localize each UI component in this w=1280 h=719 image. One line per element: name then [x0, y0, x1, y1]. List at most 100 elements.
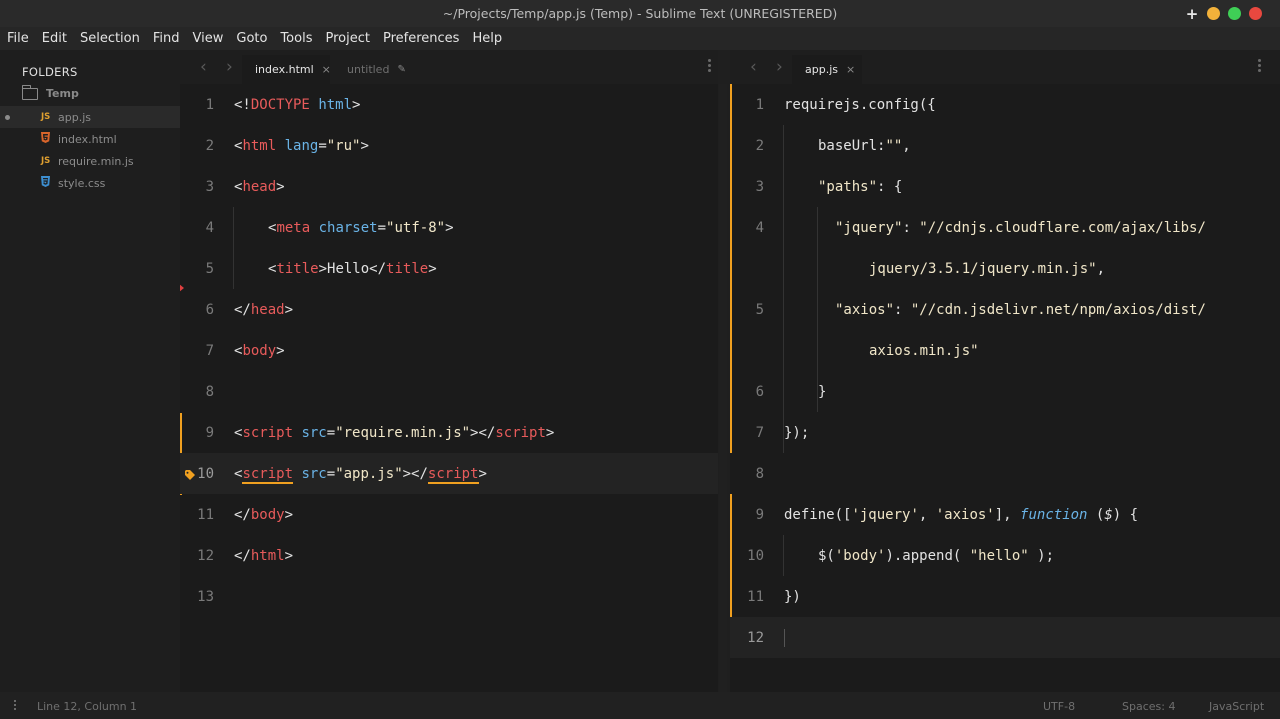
status-indentation[interactable]: Spaces: 4: [1122, 700, 1175, 713]
status-encoding[interactable]: UTF-8: [1043, 700, 1075, 713]
code-area-left[interactable]: 1 <!DOCTYPE html> 2 <html lang="ru"> 3 <…: [180, 84, 718, 692]
close-icon[interactable]: ×: [846, 63, 855, 76]
tab-label: app.js: [805, 63, 838, 76]
close-button[interactable]: [1249, 7, 1262, 20]
line-number: 1: [205, 97, 214, 113]
status-bar: Line 12, Column 1 UTF-8 Spaces: 4 JavaSc…: [0, 692, 1280, 719]
line-number: 3: [205, 179, 214, 195]
code-line: 5 "axios": "//cdn.jsdelivr.net/npm/axios…: [730, 289, 1280, 330]
code-line: 3 "paths": {: [730, 166, 1280, 207]
menu-selection[interactable]: Selection: [80, 31, 140, 46]
menu-preferences[interactable]: Preferences: [383, 31, 459, 46]
panel-toggle-icon[interactable]: [14, 700, 16, 712]
tab-label: untitled: [347, 63, 390, 76]
maximize-button[interactable]: [1228, 7, 1241, 20]
folder-temp[interactable]: Temp: [21, 84, 79, 100]
kebab-menu-icon[interactable]: [708, 59, 712, 74]
code-line: 9 define(['jquery', 'axios'], function (…: [730, 494, 1280, 535]
code-line: 4 <meta charset="utf-8">: [180, 207, 718, 248]
code-line-wrapped: jquery/3.5.1/jquery.min.js",: [869, 261, 1106, 277]
line-number: 11: [747, 589, 764, 605]
code-line: 13: [180, 576, 718, 617]
code-line: 1 requirejs.config({: [730, 84, 1280, 125]
line-number: 5: [205, 261, 214, 277]
code-line: 8: [730, 453, 1280, 494]
line-number: 3: [755, 179, 764, 195]
sidebar-file-app-js[interactable]: JS app.js: [0, 106, 180, 128]
chevron-left-icon[interactable]: ‹: [200, 57, 207, 77]
code-line: 2 baseUrl:"",: [730, 125, 1280, 166]
line-number: 6: [205, 302, 214, 318]
line-number: 12: [197, 548, 214, 564]
line-number: 2: [205, 138, 214, 154]
js-file-icon: JS: [41, 112, 51, 122]
js-file-icon: JS: [41, 156, 51, 166]
sidebar-file-require-min-js[interactable]: JS require.min.js: [0, 150, 180, 172]
line-number: 8: [205, 384, 214, 400]
window-title: ~/Projects/Temp/app.js (Temp) - Sublime …: [442, 6, 838, 21]
sidebar-file-style-css[interactable]: style.css: [0, 172, 180, 194]
minimize-button[interactable]: [1207, 7, 1220, 20]
folders-heading: FOLDERS: [22, 65, 78, 79]
file-name: index.html: [58, 132, 117, 146]
tab-label: index.html: [255, 63, 314, 76]
scrollbar-left[interactable]: [719, 84, 727, 692]
editor-pane-left: ‹ › index.html × untitled ✎ 1 <!DOCTYPE …: [180, 50, 718, 692]
line-number: 13: [197, 589, 214, 605]
modified-dot-icon: [5, 114, 10, 120]
menu-goto[interactable]: Goto: [236, 31, 267, 46]
code-line: 6 }: [730, 371, 1280, 412]
line-number: 7: [205, 343, 214, 359]
code-line: 10 $('body').append( "hello" );: [730, 535, 1280, 576]
status-syntax[interactable]: JavaScript: [1209, 700, 1264, 713]
code-line-current: 10 <script src="app.js"></script>: [180, 453, 718, 494]
menu-bar: File Edit Selection Find View Goto Tools…: [0, 27, 1280, 50]
tab-index-html[interactable]: index.html ×: [242, 55, 331, 84]
menu-view[interactable]: View: [193, 31, 224, 46]
menu-tools[interactable]: Tools: [280, 31, 312, 46]
line-number: 10: [197, 466, 214, 482]
menu-help[interactable]: Help: [472, 31, 502, 46]
tab-app-js[interactable]: app.js ×: [792, 55, 862, 84]
chevron-left-icon[interactable]: ‹: [750, 57, 757, 77]
html5-file-icon: [41, 132, 53, 146]
code-area-right[interactable]: 1 requirejs.config({ 2 baseUrl:"", 3 "pa…: [730, 84, 1280, 692]
folder-name: Temp: [46, 87, 79, 100]
tab-untitled[interactable]: untitled ✎: [334, 55, 414, 84]
tab-bar-left: ‹ › index.html × untitled ✎: [180, 50, 718, 84]
code-line: 8: [180, 371, 718, 412]
menu-edit[interactable]: Edit: [42, 31, 67, 46]
code-line: 2 <html lang="ru">: [180, 125, 718, 166]
code-line: 3 <head>: [180, 166, 718, 207]
code-line: 12 </html>: [180, 535, 718, 576]
tab-bar-right: ‹ › app.js ×: [730, 50, 1280, 84]
sidebar: FOLDERS Temp JS app.js index.html JS req…: [0, 50, 180, 692]
line-number: 4: [755, 220, 764, 236]
title-bar: ~/Projects/Temp/app.js (Temp) - Sublime …: [0, 0, 1280, 27]
sidebar-file-index-html[interactable]: index.html: [0, 128, 180, 150]
file-name: require.min.js: [58, 154, 134, 168]
editor-pane-right: ‹ › app.js × 1 requirejs.config({ 2 base…: [730, 50, 1280, 692]
plus-icon[interactable]: +: [1185, 6, 1199, 21]
kebab-menu-icon[interactable]: [1258, 59, 1262, 74]
close-icon[interactable]: ×: [322, 63, 331, 76]
status-position: Line 12, Column 1: [37, 700, 138, 713]
menu-file[interactable]: File: [7, 31, 29, 46]
menu-find[interactable]: Find: [153, 31, 180, 46]
line-number: 1: [755, 97, 764, 113]
line-number: 10: [747, 548, 764, 564]
chevron-right-icon[interactable]: ›: [776, 57, 783, 77]
code-line: 6 </head>: [180, 289, 718, 330]
code-line: 7 });: [730, 412, 1280, 453]
chevron-right-icon[interactable]: ›: [226, 57, 233, 77]
line-number: 9: [755, 507, 764, 523]
line-number: 4: [205, 220, 214, 236]
code-line-wrapped: axios.min.js": [869, 343, 979, 359]
line-number: 2: [755, 138, 764, 154]
code-line: 11 </body>: [180, 494, 718, 535]
line-number: 8: [755, 466, 764, 482]
line-number: 9: [205, 425, 214, 441]
line-number: 5: [755, 302, 764, 318]
file-name: style.css: [58, 176, 106, 190]
menu-project[interactable]: Project: [325, 31, 369, 46]
